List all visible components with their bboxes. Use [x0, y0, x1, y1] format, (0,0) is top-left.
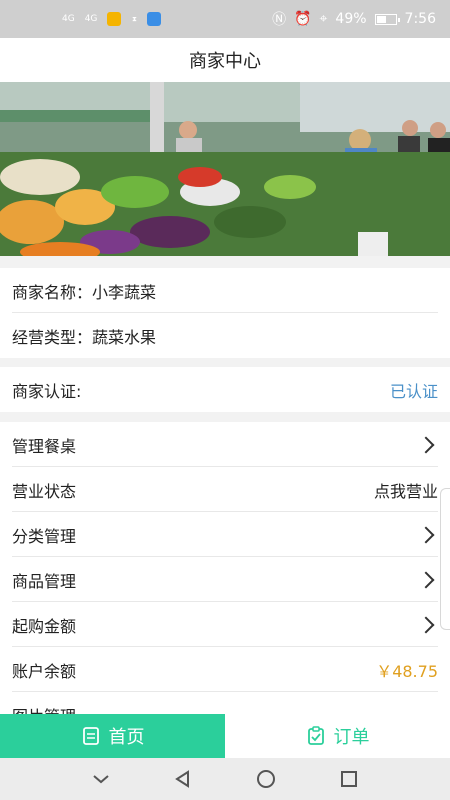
battery-icon [374, 13, 400, 25]
mail-app-icon [107, 12, 122, 26]
menu-item-label: 账户余额 [12, 661, 77, 681]
certification-status: 已认证 [389, 381, 438, 401]
market-illustration [0, 82, 450, 256]
merchant-name-value: 小李蔬菜 [92, 282, 157, 302]
merchant-name-row: 商家名称： 小李蔬菜 [0, 268, 450, 313]
certification-row[interactable]: 商家认证: 已认证 [0, 367, 450, 412]
nav-order-tab[interactable]: 订单 [225, 714, 450, 758]
business-type-label: 经营类型： [12, 327, 93, 347]
signal-icon-2: 4G [84, 14, 98, 24]
menu-item-category-management[interactable]: 分类管理 [0, 512, 450, 557]
menu-item-label: 商品管理 [12, 571, 77, 591]
chevron-right-icon [417, 616, 435, 633]
location-icon: ⌖ [319, 11, 328, 27]
business-type-value: 蔬菜水果 [92, 327, 157, 347]
nav-home-tab[interactable]: 首页 [0, 714, 225, 758]
business-type-row: 经营类型： 蔬菜水果 [0, 313, 450, 358]
page-title-bar: 商家中心 [0, 38, 450, 82]
menu-item-product-management[interactable]: 商品管理 [0, 557, 450, 602]
alarm-icon: ⏰ [294, 11, 312, 27]
merchant-name-label: 商家名称： [12, 282, 93, 302]
chevron-right-icon [417, 436, 435, 453]
recents-icon[interactable] [339, 769, 359, 789]
back-icon[interactable] [173, 769, 193, 789]
side-drawer-handle[interactable] [440, 488, 450, 630]
open-business-button[interactable]: 点我营业 [374, 478, 438, 502]
nav-order-label: 订单 [333, 727, 370, 748]
menu-item-label: 管理餐桌 [12, 436, 77, 456]
home-icon[interactable] [255, 768, 277, 790]
page-title: 商家中心 [189, 51, 261, 72]
menu-item-label: 起购金额 [12, 616, 77, 636]
account-balance-value: ￥48.75 [376, 661, 438, 681]
system-navigation-bar [0, 758, 450, 800]
nav-home-label: 首页 [108, 727, 145, 748]
menu-item-business-status[interactable]: 营业状态 点我营业 [0, 467, 450, 512]
menu-item-manage-tables[interactable]: 管理餐桌 [0, 422, 450, 467]
hourglass-icon: ⧗ [131, 15, 137, 23]
signal-icon: 4G [62, 14, 75, 24]
clipboard-check-icon [307, 726, 324, 745]
chevron-down-icon[interactable] [91, 773, 111, 785]
bottom-navigation: 首页 订单 [0, 714, 450, 758]
menu-item-label: 分类管理 [12, 526, 77, 546]
menu-item-label: 营业状态 [12, 481, 77, 501]
battery-percent: 49% [335, 11, 367, 27]
chevron-right-icon [417, 571, 435, 588]
certification-label: 商家认证: [12, 381, 82, 401]
merchant-banner-image [0, 82, 450, 256]
nfc-icon: Ⓝ [272, 12, 287, 28]
status-bar: 4G 4G ⧗ Ⓝ ⏰ ⌖ 49% 7:56 [0, 0, 450, 38]
chevron-right-icon [417, 526, 435, 543]
clock: 7:56 [404, 11, 436, 27]
document-icon [82, 727, 99, 745]
menu-item-minimum-order[interactable]: 起购金额 [0, 602, 450, 647]
app-notification-icon [147, 12, 162, 26]
menu-item-account-balance[interactable]: 账户余额 ￥48.75 [0, 647, 450, 692]
